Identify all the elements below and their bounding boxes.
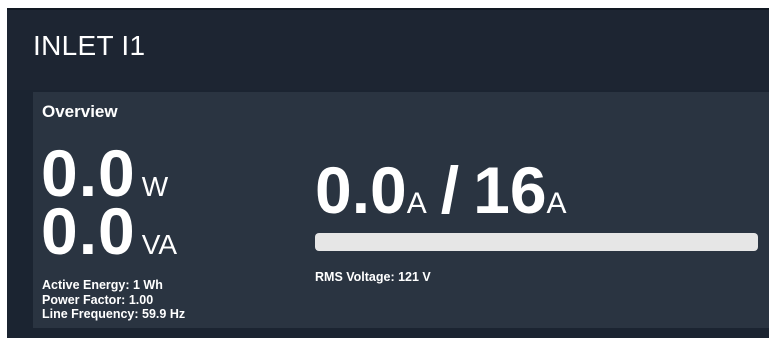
current-rated-value: 16 bbox=[473, 153, 547, 227]
current-usage-bar bbox=[315, 233, 758, 251]
apparent-power-value: 0.0 bbox=[41, 194, 136, 268]
inlet-title: INLET I1 bbox=[33, 30, 146, 61]
rms-voltage-text: RMS Voltage: 121 V bbox=[315, 270, 431, 284]
power-factor-text: Power Factor: 1.00 bbox=[42, 292, 154, 307]
apparent-power-readout: 0.0 VA bbox=[41, 198, 177, 264]
current-value: 0.0 bbox=[315, 153, 407, 227]
inlet-frame: INLET I1 Overview 0.0 W 0.0 VA Active Ener… bbox=[7, 8, 769, 338]
overview-title: Overview bbox=[42, 102, 118, 121]
current-unit: A bbox=[406, 187, 427, 220]
line-frequency-text: Line Frequency: 59.9 Hz bbox=[42, 307, 186, 321]
apparent-power-unit: VA bbox=[141, 229, 178, 260]
current-separator: / bbox=[440, 153, 460, 227]
current-readout: 0.0A/16A bbox=[315, 152, 567, 228]
inlet-header: INLET I1 bbox=[7, 10, 769, 90]
active-energy-text: Active Energy: 1 Wh bbox=[42, 278, 163, 292]
current-rated-unit: A bbox=[546, 187, 567, 220]
stats-list: Active Energy: 1 Wh Power Factor: 1.00 L… bbox=[42, 278, 185, 322]
overview-panel: Overview 0.0 W 0.0 VA Active Energy: 1 Wh … bbox=[33, 92, 769, 328]
